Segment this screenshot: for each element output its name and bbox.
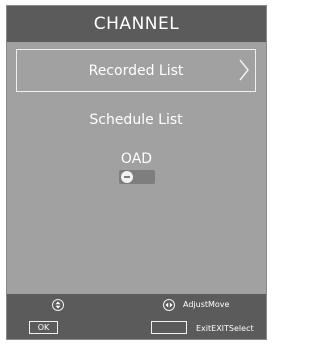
up-down-arrows-icon bbox=[52, 299, 64, 311]
footer-help-bar: AdjustMove OK ExitEXITSelect bbox=[7, 294, 266, 339]
oad-label: OAD bbox=[120, 151, 153, 167]
chevron-right-icon bbox=[239, 59, 249, 81]
menu-item-label: Recorded List bbox=[88, 62, 184, 79]
oad-toggle[interactable] bbox=[118, 170, 155, 184]
ok-key-label: OK bbox=[37, 323, 50, 332]
left-right-arrows-icon bbox=[163, 299, 175, 311]
menu-title: CHANNEL bbox=[93, 14, 180, 34]
oad-setting: OAD bbox=[7, 150, 266, 184]
menu-item-recorded-list[interactable]: Recorded List bbox=[16, 49, 256, 92]
exit-select-hint: ExitEXITSelect bbox=[196, 324, 254, 333]
menu-item-schedule-list[interactable]: Schedule List bbox=[16, 106, 256, 134]
menu-item-label: Schedule List bbox=[89, 112, 183, 128]
exit-key-box bbox=[151, 321, 187, 334]
title-bar: CHANNEL bbox=[7, 6, 266, 42]
toggle-knob bbox=[120, 171, 133, 183]
adjust-move-hint: AdjustMove bbox=[183, 300, 230, 309]
channel-menu-screen: CHANNEL Recorded List Schedule List OAD bbox=[6, 5, 267, 340]
ok-key-hint: OK bbox=[29, 321, 58, 334]
